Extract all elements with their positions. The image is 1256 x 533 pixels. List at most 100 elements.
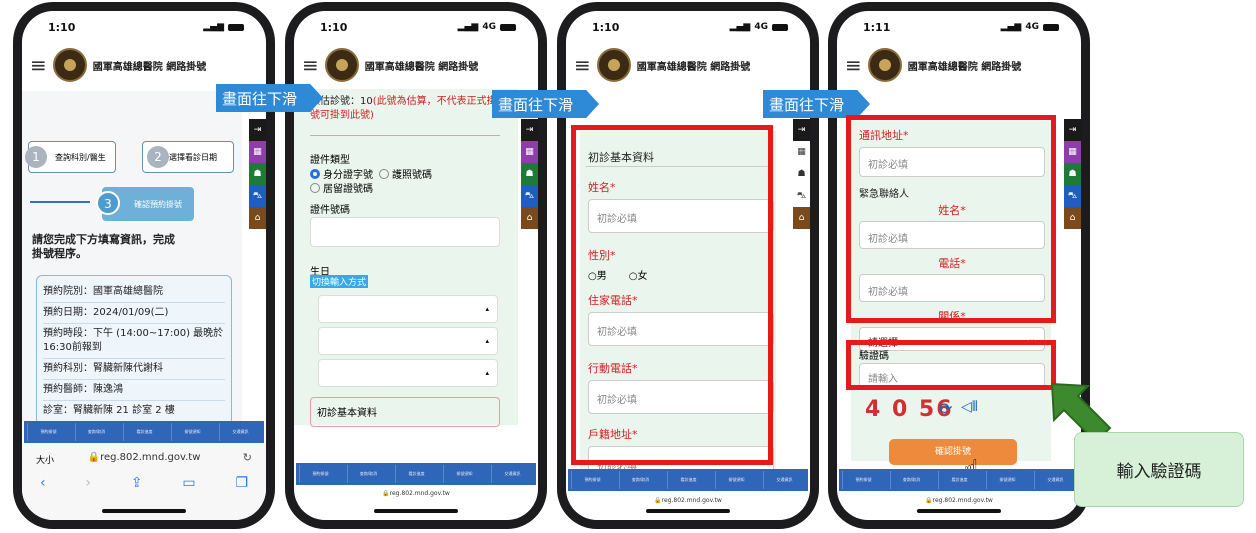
tab-item[interactable]: 看診進度 (938, 471, 980, 489)
battery-icon (500, 23, 516, 31)
url-bar[interactable]: 🔒reg.802.mnd.gov.tw (566, 497, 810, 504)
car-icon[interactable]: ⛍ (793, 185, 810, 207)
url-bar[interactable]: 🔒reg.802.mnd.gov.tw (294, 490, 538, 497)
tab-item[interactable]: 預約掛號 (299, 465, 341, 483)
step-3: 3 確認預約掛號 (96, 187, 194, 221)
id-number-label: 證件號碼 (310, 205, 350, 216)
hospital-logo (52, 48, 87, 82)
tab-item[interactable]: 查詢/取消 (890, 471, 932, 489)
hamburger-menu-icon[interactable]: ≡ (30, 55, 47, 75)
battery-icon (1043, 23, 1059, 31)
dob-year-select[interactable]: ▴ (318, 295, 498, 323)
doctor-icon[interactable]: ☗ (521, 163, 538, 185)
tab-bar: 預約掛號 查詢/取消 看診進度 掛號須知 交通資訊 (839, 469, 1079, 491)
tab-item[interactable]: 交通資訊 (491, 465, 533, 483)
tab-item[interactable]: 查詢/取消 (619, 471, 661, 489)
home-indicator (917, 509, 1001, 513)
logout-icon[interactable]: ⇥ (1064, 119, 1081, 141)
logout-icon[interactable]: ⇥ (249, 119, 266, 141)
phone-2: 1:10 ▂▄▆ 4G ≡ 國軍高雄總醫院 網路掛號 預估診號：10(此號為估算，不代… (285, 2, 547, 529)
network-type: 4G (754, 22, 768, 32)
signal-icon: ▂▄▆ (203, 22, 224, 32)
tab-item[interactable]: 看診進度 (395, 465, 437, 483)
radio-id-card-label: 身分證字號 (323, 170, 373, 181)
tab-item[interactable]: 交通資訊 (219, 423, 261, 441)
tab-item[interactable]: 查詢/取消 (75, 423, 117, 441)
instruction-text: 請您完成下方填寫資訊，完成掛號程序。 (32, 233, 175, 260)
step-2-label: 選擇看診日期 (169, 152, 217, 162)
sidebar: ⇥ ▦ ☗ ⛍ ⌂ (1064, 119, 1081, 229)
car-icon[interactable]: ⛍ (1064, 185, 1081, 207)
calendar-icon[interactable]: ▦ (793, 141, 810, 163)
home-icon[interactable]: ⌂ (249, 207, 266, 229)
dob-month-select[interactable]: ▴ (318, 327, 498, 355)
home-icon[interactable]: ⌂ (1064, 207, 1081, 229)
scroll-down-arrow-2: 畫面往下滑 (492, 90, 600, 118)
hamburger-menu-icon[interactable]: ≡ (845, 55, 862, 75)
reload-icon[interactable]: ↻ (243, 451, 252, 464)
tab-item[interactable]: 交通資訊 (763, 471, 805, 489)
tab-bar: 預約掛號 查詢/取消 看診進度 掛號須知 交通資訊 (24, 421, 264, 443)
doctor-icon[interactable]: ☗ (249, 163, 266, 185)
appointment-info-line: 預約日期：2024/01/09(二) (43, 303, 225, 324)
home-icon[interactable]: ⌂ (793, 207, 810, 229)
tab-item[interactable]: 掛號須知 (986, 471, 1028, 489)
highlight-box-contact (846, 115, 1056, 323)
callout-enter-captcha: 輸入驗證碼 (1074, 432, 1244, 507)
confirm-booking-button[interactable]: 確認掛號 (889, 439, 1017, 465)
url-text: reg.802.mnd.gov.tw (100, 452, 201, 463)
tab-item[interactable]: 查詢/取消 (347, 465, 389, 483)
tabs-icon[interactable]: ❐ (235, 475, 248, 491)
car-icon[interactable]: ⛍ (521, 185, 538, 207)
tab-bar: 預約掛號 查詢/取消 看診進度 掛號須知 交通資訊 (296, 463, 536, 485)
signal-icon: ▂▄▆ (457, 22, 479, 32)
appointment-info-line: 預約院別：國軍高雄總醫院 (43, 282, 225, 303)
tab-item[interactable]: 預約掛號 (571, 471, 613, 489)
back-icon[interactable]: ‹ (40, 475, 46, 491)
home-icon[interactable]: ⌂ (521, 207, 538, 229)
tab-item[interactable]: 預約掛號 (27, 423, 69, 441)
url-bar[interactable]: 🔒reg.802.mnd.gov.tw (837, 497, 1081, 504)
dob-switch-link[interactable]: 切換輸入方式 (310, 275, 369, 288)
page-header-title: 國軍高雄總醫院 網路掛號 (92, 61, 207, 73)
id-number-input[interactable] (310, 217, 500, 247)
sidebar: ⇥ ▦ ☗ ⛍ ⌂ (521, 119, 538, 229)
url-bar[interactable]: 🔒reg.802.mnd.gov.tw (22, 452, 266, 463)
radio-residence[interactable]: 居留證號碼 (310, 180, 373, 195)
calendar-icon[interactable]: ▦ (521, 141, 538, 163)
tab-item[interactable]: 看診進度 (123, 423, 165, 441)
step-1-label: 查詢科別/醫生 (55, 152, 106, 162)
tab-item[interactable]: 掛號須知 (443, 465, 485, 483)
network-type: 4G (482, 22, 496, 32)
tab-item[interactable]: 預約掛號 (842, 471, 884, 489)
radio-id-card[interactable]: 身分證字號 (310, 166, 373, 181)
doctor-icon[interactable]: ☗ (1064, 163, 1081, 185)
refresh-captcha-icon[interactable]: ⟳ (939, 399, 952, 418)
appointment-info-line: 預約醫師：陳逸鴻 (43, 380, 225, 401)
logout-icon[interactable]: ⇥ (793, 119, 810, 141)
network-type: 4G (1025, 22, 1039, 32)
forward-icon[interactable]: › (85, 475, 91, 491)
car-icon[interactable]: ⛍ (249, 185, 266, 207)
signal-icon: ▂▄▆ (1000, 22, 1022, 32)
radio-passport[interactable]: 護照號碼 (379, 166, 432, 181)
tab-item[interactable]: 掛號須知 (715, 471, 757, 489)
step-3-label: 確認預約掛號 (134, 199, 182, 209)
appointment-info-line: 診室：腎臟新陳 21 診室 2 樓 (43, 401, 225, 422)
tab-item[interactable]: 交通資訊 (1034, 471, 1076, 489)
status-time: 1:11 (863, 20, 891, 34)
hamburger-menu-icon[interactable]: ≡ (574, 55, 591, 75)
tab-item[interactable]: 掛號須知 (171, 423, 213, 441)
logout-icon[interactable]: ⇥ (521, 119, 538, 141)
audio-captcha-icon[interactable]: ◁⦀ (961, 399, 978, 415)
calendar-icon[interactable]: ▦ (1064, 141, 1081, 163)
dob-day-select[interactable]: ▴ (318, 359, 498, 387)
doctor-icon[interactable]: ☗ (793, 163, 810, 185)
share-icon[interactable]: ⇪ (131, 475, 143, 491)
calendar-icon[interactable]: ▦ (249, 141, 266, 163)
bookmarks-icon[interactable]: ▭ (182, 475, 195, 491)
hamburger-menu-icon[interactable]: ≡ (302, 55, 319, 75)
section-title: 初診基本資料 (317, 408, 377, 419)
hospital-logo (324, 48, 359, 82)
tab-item[interactable]: 看診進度 (667, 471, 709, 489)
